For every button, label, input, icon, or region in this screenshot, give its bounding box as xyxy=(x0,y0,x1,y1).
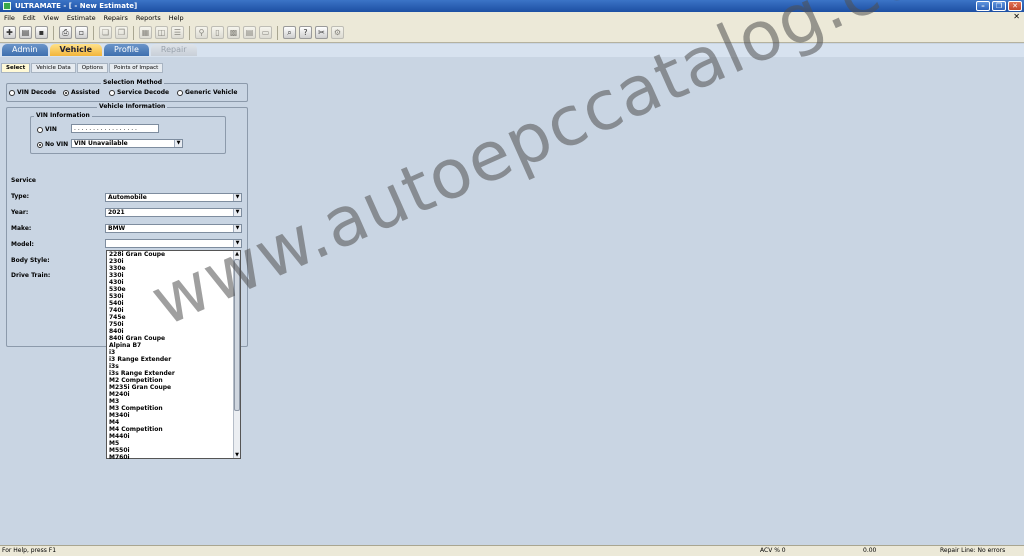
close-window-button[interactable]: ✕ xyxy=(1008,1,1022,11)
radio-indicator xyxy=(37,141,43,148)
year-select[interactable]: 2021 ▼ xyxy=(105,208,242,217)
list-view-icon[interactable]: ☰ xyxy=(171,26,184,39)
status-bar: For Help, press F1 ACV % 0 0.00 Repair L… xyxy=(0,545,1024,556)
radio-indicator xyxy=(9,89,15,96)
model-option[interactable]: M340i xyxy=(107,412,240,419)
subtab-options[interactable]: Options xyxy=(76,63,108,73)
model-option[interactable]: Alpina B7 xyxy=(107,342,240,349)
model-option[interactable]: M240i xyxy=(107,391,240,398)
menu-view[interactable]: View xyxy=(43,14,58,22)
settings-icon[interactable]: ⚙ xyxy=(331,26,344,39)
menu-repairs[interactable]: Repairs xyxy=(104,14,128,22)
search-parts-icon[interactable]: ⚲ xyxy=(195,26,208,39)
radio-indicator xyxy=(109,89,115,96)
model-option[interactable]: M3 xyxy=(107,398,240,405)
status-help: For Help, press F1 xyxy=(2,547,57,554)
make-label: Make: xyxy=(11,225,32,232)
vin-information-group: VIN Information VIN . . . . . . . . . . … xyxy=(30,112,226,154)
close-document-icon[interactable]: ✕ xyxy=(1013,12,1020,21)
year-label: Year: xyxy=(11,209,29,216)
model-option[interactable]: M550i xyxy=(107,447,240,454)
vin-information-title: VIN Information xyxy=(34,112,92,119)
menu-estimate[interactable]: Estimate xyxy=(67,14,96,22)
save-icon[interactable]: ▪ xyxy=(35,26,48,39)
selection-method-title: Selection Method xyxy=(101,79,165,86)
drive-train-label: Drive Train: xyxy=(11,272,51,279)
tab-admin[interactable]: Admin xyxy=(2,44,48,56)
minimize-button[interactable]: – xyxy=(976,1,990,11)
service-heading: Service xyxy=(11,177,36,184)
main-tabs: Admin Vehicle Profile Repair xyxy=(0,44,1024,57)
radio-service-decode[interactable]: Service Decode xyxy=(109,89,169,96)
tools-icon[interactable]: ✂ xyxy=(315,26,328,39)
model-option[interactable]: M3 Competition xyxy=(107,405,240,412)
print-preview-icon[interactable]: ▫ xyxy=(75,26,88,39)
tab-vehicle[interactable]: Vehicle xyxy=(49,44,103,56)
model-option[interactable]: M2 Competition xyxy=(107,377,240,384)
model-option[interactable]: M5 xyxy=(107,440,240,447)
restore-button[interactable]: ❐ xyxy=(992,1,1006,11)
model-option[interactable]: i3 Range Extender xyxy=(107,356,240,363)
find-icon[interactable]: ⌕ xyxy=(283,26,296,39)
calculator-icon[interactable]: ▩ xyxy=(227,26,240,39)
document-icon[interactable]: ▯ xyxy=(211,26,224,39)
model-option[interactable]: i3 xyxy=(107,349,240,356)
radio-indicator xyxy=(63,89,69,96)
menu-reports[interactable]: Reports xyxy=(136,14,161,22)
status-amount: 0.00 xyxy=(863,547,877,554)
keyboard-icon[interactable]: ▭ xyxy=(259,26,272,39)
paste-icon[interactable]: ❐ xyxy=(115,26,128,39)
status-acv: ACV % 0 xyxy=(760,547,786,554)
app-logo-icon xyxy=(3,2,11,10)
print-icon[interactable]: ⎙ xyxy=(59,26,72,39)
chevron-down-icon[interactable]: ▼ xyxy=(233,209,241,216)
chevron-down-icon[interactable]: ▼ xyxy=(233,194,241,201)
vin-input[interactable]: . . . . . . . . . . . . . . . . . xyxy=(71,124,159,133)
radio-generic-vehicle[interactable]: Generic Vehicle xyxy=(177,89,237,96)
split-view-icon[interactable]: ◫ xyxy=(155,26,168,39)
window-title: ULTRAMATE - [ - New Estimate] xyxy=(15,2,138,10)
tab-repair[interactable]: Repair xyxy=(150,44,197,56)
copy-icon[interactable]: ❏ xyxy=(99,26,112,39)
model-option[interactable]: i3s xyxy=(107,363,240,370)
vehicle-subtabs: Select Vehicle Data Options Points of Im… xyxy=(0,63,164,74)
model-option[interactable]: M235i Gran Coupe xyxy=(107,384,240,391)
model-label: Model: xyxy=(11,241,34,248)
model-option[interactable]: M4 Competition xyxy=(107,426,240,433)
open-folder-icon[interactable]: ▤ xyxy=(19,26,32,39)
selection-method-group: Selection Method VIN Decode Assisted Ser… xyxy=(6,79,248,102)
radio-no-vin[interactable]: No VIN xyxy=(37,141,68,148)
radio-indicator xyxy=(37,126,43,133)
radio-vin-decode[interactable]: VIN Decode xyxy=(9,89,56,96)
new-estimate-icon[interactable]: ✚ xyxy=(3,26,16,39)
body-style-label: Body Style: xyxy=(11,257,50,264)
no-vin-select[interactable]: VIN Unavailable ▼ xyxy=(71,139,183,148)
radio-indicator xyxy=(177,89,183,96)
model-option[interactable]: i3s Range Extender xyxy=(107,370,240,377)
status-repair-line: Repair Line: No errors xyxy=(940,547,1006,554)
grid-view-icon[interactable]: ▦ xyxy=(139,26,152,39)
model-option[interactable]: M4 xyxy=(107,419,240,426)
type-select[interactable]: Automobile ▼ xyxy=(105,193,242,202)
subtab-vehicle-data[interactable]: Vehicle Data xyxy=(31,63,76,73)
vehicle-information-title: Vehicle Information xyxy=(97,103,168,110)
chevron-down-icon[interactable]: ▼ xyxy=(174,140,182,147)
radio-assisted[interactable]: Assisted xyxy=(63,89,100,96)
menu-help[interactable]: Help xyxy=(169,14,184,22)
radio-vin[interactable]: VIN xyxy=(37,126,57,133)
menu-file[interactable]: File xyxy=(4,14,15,22)
make-select[interactable]: BMW ▼ xyxy=(105,224,242,233)
menu-edit[interactable]: Edit xyxy=(23,14,36,22)
model-option[interactable]: M440i xyxy=(107,433,240,440)
scroll-down-icon[interactable]: ▼ xyxy=(234,452,240,458)
help-icon[interactable]: ? xyxy=(299,26,312,39)
type-label: Type: xyxy=(11,193,30,200)
subtab-select[interactable]: Select xyxy=(1,63,31,73)
model-option[interactable]: M760i xyxy=(107,454,240,461)
subtab-points-of-impact[interactable]: Points of Impact xyxy=(109,63,164,73)
tab-profile[interactable]: Profile xyxy=(104,44,149,56)
notes-icon[interactable]: ▤ xyxy=(243,26,256,39)
